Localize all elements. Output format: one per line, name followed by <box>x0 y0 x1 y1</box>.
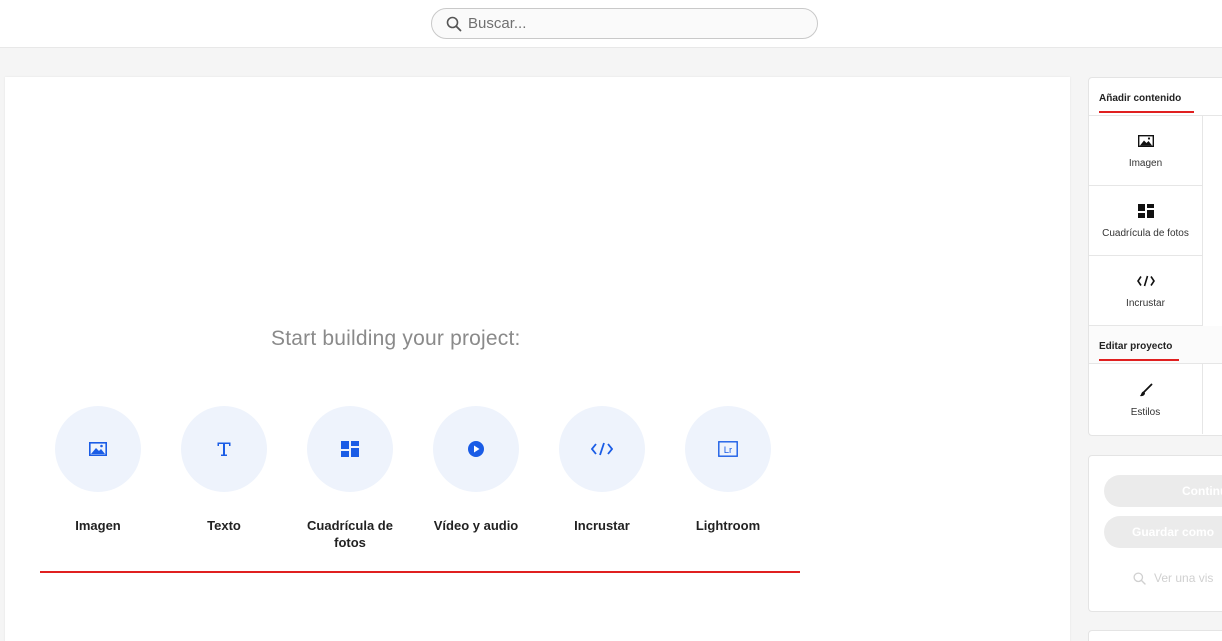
top-bar <box>0 0 1222 48</box>
tile-video-audio-button[interactable] <box>433 406 519 492</box>
project-canvas: Start building your project: Imagen Text… <box>5 77 1070 641</box>
bottom-panel <box>1088 630 1222 641</box>
tile-text[interactable]: Texto <box>169 406 279 534</box>
preview-link-label: Ver una vis <box>1154 571 1214 585</box>
tile-lightroom[interactable]: Lr Lightroom <box>673 406 783 534</box>
tile-image[interactable]: Imagen <box>43 406 153 534</box>
brush-icon <box>1139 383 1152 396</box>
panel-item-embed[interactable]: Incrustar <box>1089 256 1203 326</box>
panel-item-image-label: Imagen <box>1128 158 1163 169</box>
tile-image-button[interactable] <box>55 406 141 492</box>
search-input[interactable] <box>468 15 788 32</box>
tile-embed[interactable]: Incrustar <box>547 406 657 534</box>
add-content-title: Añadir contenido <box>1099 93 1182 104</box>
search-icon <box>1133 571 1146 585</box>
tile-embed-button[interactable] <box>559 406 645 492</box>
panel-item-styles[interactable]: Estilos <box>1089 364 1203 434</box>
save-as-button[interactable]: Guardar como <box>1104 516 1222 548</box>
start-building-title: Start building your project: <box>271 327 521 350</box>
tile-embed-label: Incrustar <box>574 518 630 533</box>
panel-item-image[interactable]: Imagen <box>1089 116 1203 186</box>
lightroom-icon: Lr <box>718 441 738 457</box>
svg-text:Lr: Lr <box>724 445 732 456</box>
edit-project-header: Editar proyecto <box>1089 326 1222 364</box>
search-icon <box>446 16 462 31</box>
panel-item-photo-grid[interactable]: Cuadrícula de fotos <box>1089 186 1203 256</box>
tile-image-label: Imagen <box>75 518 121 533</box>
tile-photo-grid-button[interactable] <box>307 406 393 492</box>
text-icon <box>217 442 231 456</box>
photo-grid-icon <box>1137 204 1154 218</box>
image-icon <box>89 442 107 456</box>
search-box[interactable] <box>431 8 818 39</box>
panel-item-photo-grid-label: Cuadrícula de fotos <box>1102 228 1189 239</box>
tile-photo-grid-label: Cuadrícula de fotos <box>307 518 393 550</box>
tile-text-button[interactable] <box>181 406 267 492</box>
edit-project-title: Editar proyecto <box>1099 341 1173 352</box>
preview-link[interactable]: Ver una vis <box>1133 571 1213 585</box>
side-panel: Añadir contenido Imagen Cuadrícula de fo… <box>1088 77 1222 436</box>
tile-lightroom-button[interactable]: Lr <box>685 406 771 492</box>
edit-project-red-underline <box>1099 359 1179 361</box>
add-content-red-underline <box>1099 111 1194 113</box>
tile-lightroom-label: Lightroom <box>695 518 761 533</box>
tile-text-label: Texto <box>207 518 241 533</box>
panel-item-styles-label: Estilos <box>1130 406 1161 418</box>
embed-code-icon <box>1136 275 1155 287</box>
embed-code-icon <box>591 442 613 456</box>
add-content-header: Añadir contenido <box>1089 78 1222 116</box>
play-icon <box>468 441 484 457</box>
panel-item-embed-label: Incrustar <box>1126 298 1165 309</box>
photo-grid-icon <box>341 441 359 457</box>
tile-video-audio[interactable]: Vídeo y audio <box>421 406 531 534</box>
image-icon <box>1137 135 1154 147</box>
continue-button[interactable]: Continu <box>1104 475 1222 507</box>
tile-video-audio-label: Vídeo y audio <box>433 518 519 533</box>
actions-panel: Continu Guardar como Ver una vis <box>1088 455 1222 612</box>
red-underline-annotation <box>40 571 800 573</box>
tile-photo-grid[interactable]: Cuadrícula de fotos <box>295 406 405 551</box>
